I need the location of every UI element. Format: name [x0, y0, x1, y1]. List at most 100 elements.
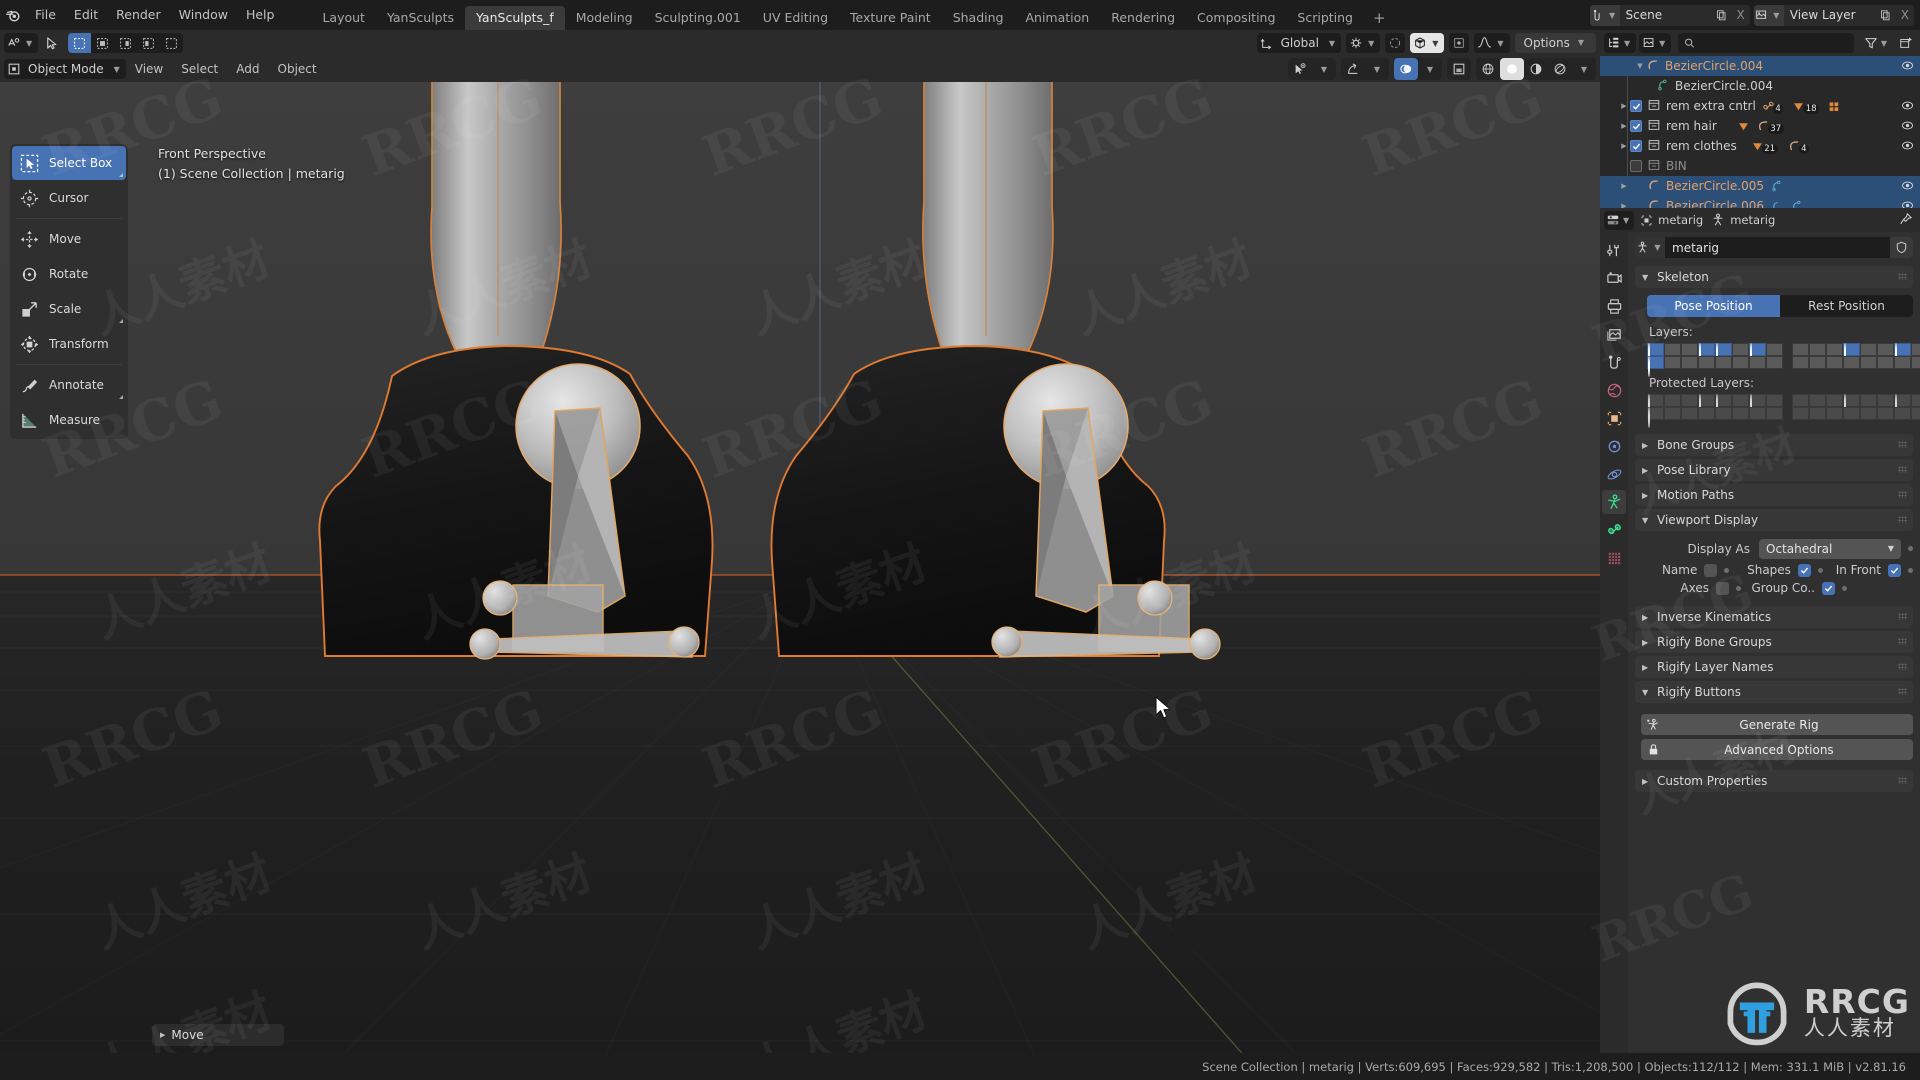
scene-icon[interactable]: ▼: [1589, 4, 1620, 26]
shading-solid-icon[interactable]: [1500, 58, 1524, 80]
protected-layer-toggle[interactable]: [1809, 407, 1826, 420]
protected-layer-toggle[interactable]: [1792, 407, 1809, 420]
viewport-menu-select[interactable]: Select: [172, 57, 227, 81]
layer-toggle[interactable]: [1860, 343, 1877, 356]
panel-header-rigify-bone-groups[interactable]: ▶ Rigify Bone Groups: [1635, 631, 1913, 653]
layer-toggle[interactable]: [1843, 343, 1860, 364]
disclosure-triangle-icon[interactable]: ▶: [1618, 142, 1630, 150]
display-as-dropdown[interactable]: Octahedral ▼: [1759, 538, 1901, 559]
layer-toggle[interactable]: [1792, 343, 1809, 356]
tool-mode-cursor-icon[interactable]: [38, 33, 64, 53]
layer-toggle[interactable]: [1749, 343, 1766, 364]
outliner-new-collection-button[interactable]: [1896, 33, 1916, 53]
protected-layer-toggle[interactable]: [1698, 394, 1715, 415]
group-colors-checkbox[interactable]: [1822, 581, 1835, 595]
properties-tab-view-layer[interactable]: [1602, 322, 1626, 346]
panel-header-custom-properties[interactable]: ▶ Custom Properties: [1635, 770, 1913, 792]
workspace-tab-scripting[interactable]: Scripting: [1286, 6, 1364, 30]
panel-drag-grip[interactable]: [1898, 638, 1907, 645]
outliner-row-rem-clothes[interactable]: ▶ rem clothes 21 4: [1600, 136, 1920, 156]
workspace-tab-layout[interactable]: Layout: [311, 6, 376, 30]
properties-tab-world[interactable]: [1602, 378, 1626, 402]
properties-tab-object-data-armature[interactable]: [1602, 490, 1626, 514]
layer-toggle[interactable]: [1826, 343, 1843, 356]
armature-id-field[interactable]: ▼ metarig: [1635, 237, 1913, 258]
transform-orientation-selector[interactable]: Global ▼: [1256, 33, 1342, 53]
workspace-tab-uv-editing[interactable]: UV Editing: [752, 6, 839, 30]
layer-toggle[interactable]: [1749, 356, 1766, 369]
layer-toggle[interactable]: [1647, 356, 1664, 377]
shapes-checkbox[interactable]: [1797, 563, 1811, 577]
visibility-eye-icon[interactable]: [1901, 119, 1914, 135]
workspace-tab-compositing[interactable]: Compositing: [1186, 6, 1286, 30]
protected-layer-toggle[interactable]: [1732, 394, 1749, 407]
object-types-visibility-icon[interactable]: [1288, 58, 1312, 80]
properties-tab-texture[interactable]: [1602, 546, 1626, 570]
tool-transform[interactable]: Transform: [12, 327, 126, 361]
workspace-tab-shading[interactable]: Shading: [942, 6, 1015, 30]
workspace-tab-texture-paint[interactable]: Texture Paint: [839, 6, 942, 30]
3d-viewport[interactable]: Front Perspective (1) Scene Collection |…: [0, 56, 1600, 1068]
armature-name-value[interactable]: metarig: [1665, 241, 1890, 255]
layer-toggle[interactable]: [1894, 356, 1911, 369]
workspace-tab-sculpting[interactable]: Sculpting.001: [644, 6, 752, 30]
outliner-row-beziercircle-004-object[interactable]: ▼ BezierCircle.004: [1600, 56, 1920, 76]
protected-layer-toggle[interactable]: [1715, 407, 1732, 420]
remove-scene-button[interactable]: X: [1732, 8, 1750, 22]
layer-toggle[interactable]: [1732, 343, 1749, 356]
layer-toggle[interactable]: [1681, 356, 1698, 369]
protected-layer-toggle[interactable]: [1911, 394, 1920, 407]
protected-layer-toggle[interactable]: [1766, 394, 1783, 407]
protected-layer-toggle[interactable]: [1860, 394, 1877, 407]
layer-toggle[interactable]: [1664, 356, 1681, 369]
pose-position-button[interactable]: Pose Position: [1647, 295, 1780, 317]
tool-annotate[interactable]: Annotate: [12, 368, 126, 402]
tool-measure[interactable]: Measure: [12, 403, 126, 437]
protected-layer-toggle[interactable]: [1826, 394, 1843, 407]
select-mode-invert[interactable]: [137, 33, 160, 53]
layer-toggle[interactable]: [1732, 356, 1749, 369]
name-checkbox-item[interactable]: Name: [1641, 563, 1718, 577]
tool-cursor[interactable]: Cursor: [12, 181, 126, 215]
viewlayer-datablock[interactable]: ▼ View Layer X: [1753, 4, 1914, 26]
protected-layer-toggle[interactable]: [1877, 407, 1894, 420]
protected-layer-toggle[interactable]: [1843, 394, 1860, 415]
select-mode-extend[interactable]: [91, 33, 114, 53]
protected-layer-toggle[interactable]: [1826, 407, 1843, 420]
outliner-row-beziercircle-005[interactable]: ▶ BezierCircle.005: [1600, 176, 1920, 196]
tool-select-box[interactable]: Select Box: [12, 146, 126, 180]
workspace-tab-modeling[interactable]: Modeling: [565, 6, 644, 30]
layer-toggle[interactable]: [1894, 343, 1911, 364]
layer-toggle[interactable]: [1877, 343, 1894, 356]
layer-toggle[interactable]: [1698, 356, 1715, 369]
character-rig-model[interactable]: [0, 56, 1600, 1068]
properties-tab-output[interactable]: [1602, 294, 1626, 318]
pin-id-button[interactable]: [1899, 211, 1916, 230]
remove-viewlayer-button[interactable]: X: [1896, 8, 1914, 22]
panel-header-motion-paths[interactable]: ▶ Motion Paths: [1635, 484, 1913, 506]
protected-layer-toggle[interactable]: [1664, 394, 1681, 407]
group-colors-checkbox-item[interactable]: Group Co..: [1741, 581, 1835, 595]
visibility-eye-icon[interactable]: [1901, 179, 1914, 195]
properties-tab-modifier[interactable]: [1602, 434, 1626, 458]
advanced-options-button[interactable]: Advanced Options: [1641, 739, 1913, 760]
animate-property-dot[interactable]: [1908, 546, 1913, 551]
menu-help[interactable]: Help: [237, 0, 284, 30]
menu-edit[interactable]: Edit: [65, 0, 107, 30]
protected-layer-toggle[interactable]: [1877, 394, 1894, 407]
shapes-checkbox-item[interactable]: Shapes: [1729, 563, 1811, 577]
editor-type-selector[interactable]: ▼: [4, 33, 39, 53]
tool-scale[interactable]: Scale: [12, 292, 126, 326]
new-scene-button[interactable]: [1712, 5, 1732, 26]
menu-render[interactable]: Render: [107, 0, 170, 30]
panel-drag-grip[interactable]: [1898, 688, 1907, 695]
xray-toggle[interactable]: [1447, 58, 1471, 80]
outliner-row-rem-hair[interactable]: ▶ rem hair 37: [1600, 116, 1920, 136]
disclosure-triangle-icon[interactable]: ▼: [1634, 62, 1646, 70]
outliner-filter-id-selector[interactable]: ▼: [1639, 33, 1672, 53]
protected-layer-toggle[interactable]: [1698, 407, 1715, 420]
layer-toggle[interactable]: [1698, 343, 1715, 364]
protected-layer-toggle[interactable]: [1681, 394, 1698, 407]
workspace-tab-yansculpts[interactable]: YanSculpts: [376, 6, 465, 30]
viewport-menu-add[interactable]: Add: [227, 57, 268, 81]
